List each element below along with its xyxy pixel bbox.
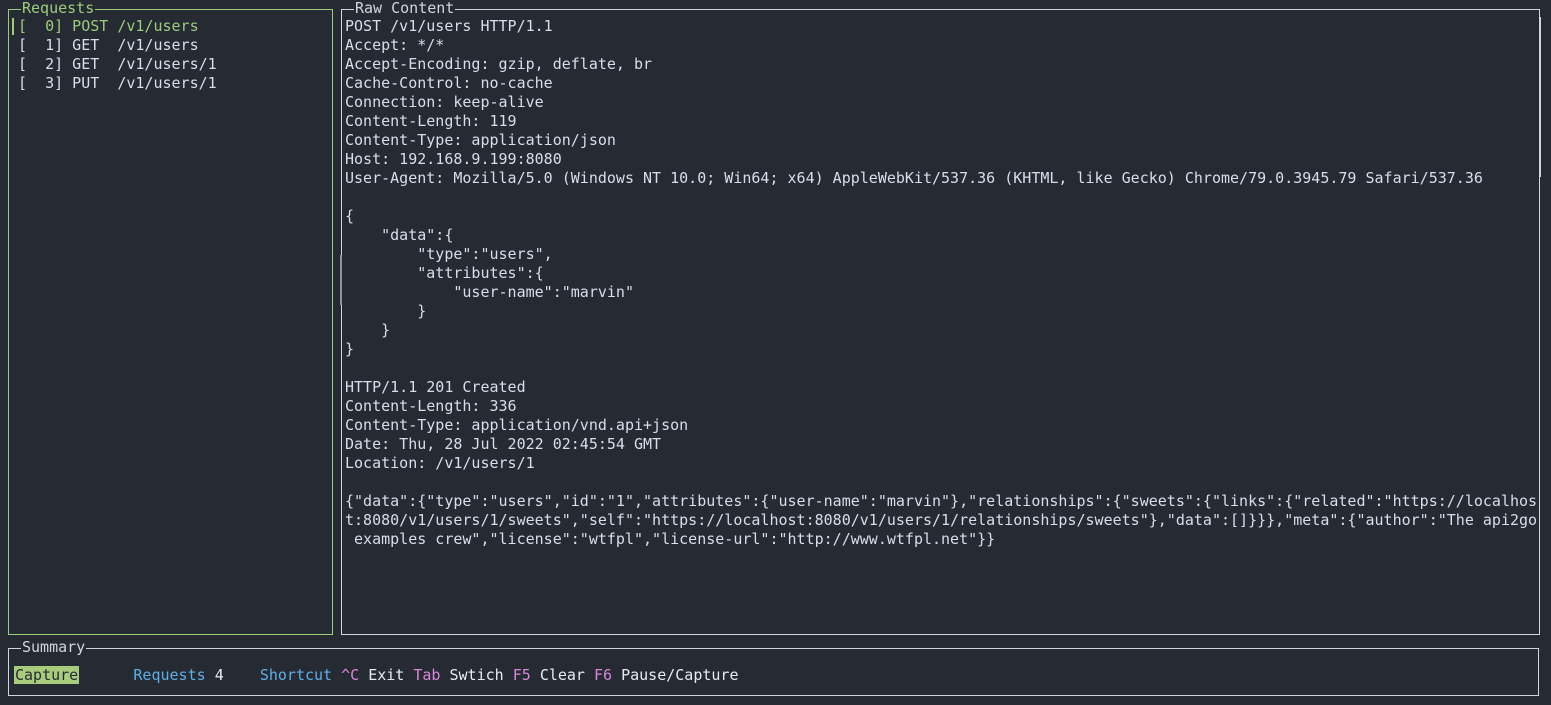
raw-line: Content-Type: application/vnd.api+json: [345, 416, 689, 434]
request-row-1[interactable]: [ 1] GET /v1/users: [12, 36, 333, 55]
raw-content-panel[interactable]: Raw Content POST /v1/users HTTP/1.1 Accep…: [340, 0, 1541, 635]
raw-line: "type":"users",: [345, 245, 553, 263]
shortcut-spacer: [359, 666, 368, 684]
shortcut-spacer: [504, 666, 513, 684]
capture-status-badge[interactable]: Capture: [14, 666, 80, 684]
shortcut-spacer: [440, 666, 449, 684]
raw-line-blank: [345, 359, 1534, 378]
shortcut-key-pause-capture[interactable]: F6: [594, 666, 612, 684]
raw-line: Connection: keep-alive: [345, 93, 544, 111]
request-row-2[interactable]: [ 2] GET /v1/users/1: [12, 55, 333, 74]
request-row-0[interactable]: [ 0] POST /v1/users: [12, 17, 333, 36]
terminal-screen: Requests [ 0] POST /v1/users[ 1] GET /v1…: [0, 0, 1551, 705]
shortcut-spacer: [332, 666, 341, 684]
raw-line: t:8080/v1/users/1/sweets","self":"https:…: [345, 511, 1538, 529]
requests-list[interactable]: [ 0] POST /v1/users[ 1] GET /v1/users[ 2…: [8, 9, 333, 635]
raw-line: }: [345, 321, 391, 339]
requests-panel[interactable]: Requests [ 0] POST /v1/users[ 1] GET /v1…: [8, 0, 333, 635]
raw-line: Accept-Encoding: gzip, deflate, br: [345, 55, 653, 73]
raw-line: HTTP/1.1 201 Created: [345, 378, 526, 396]
raw-line: {: [345, 207, 355, 225]
requests-count-value: 4: [214, 666, 224, 684]
shortcut-spacer: [531, 666, 540, 684]
raw-line: Content-Type: application/json: [345, 131, 616, 149]
raw-content-body[interactable]: POST /v1/users HTTP/1.1 Accept: */* Accept…: [341, 9, 1540, 635]
spacer-3: [224, 666, 260, 684]
raw-line: examples crew","license":"wtfpl","licens…: [345, 530, 996, 548]
raw-line: Cache-Control: no-cache: [345, 74, 553, 92]
shortcut-spacer: [612, 666, 621, 684]
raw-line: "user-name":"marvin": [345, 283, 634, 301]
spacer-1: [79, 666, 133, 684]
shortcut-spacer: [585, 666, 594, 684]
raw-line: }: [345, 340, 355, 358]
shortcut-action-pause-capture[interactable]: Pause/Capture: [621, 666, 738, 684]
raw-line-blank: [345, 473, 1534, 492]
raw-line: Content-Length: 119: [345, 112, 517, 130]
raw-line: Date: Thu, 28 Jul 2022 02:45:54 GMT: [345, 435, 662, 453]
shortcut-hints: ^C Exit Tab Swtich F5 Clear F6 Pause/Cap…: [332, 666, 738, 684]
raw-line: "attributes":{: [345, 264, 544, 282]
raw-line: }: [345, 302, 427, 320]
shortcut-key-clear[interactable]: F5: [513, 666, 531, 684]
shortcut-action-swtich[interactable]: Swtich: [450, 666, 504, 684]
raw-line: User-Agent: Mozilla/5.0 (Windows NT 10.0…: [345, 169, 1483, 187]
raw-line: Accept: */*: [345, 36, 445, 54]
raw-line: Content-Length: 336: [345, 397, 517, 415]
request-row-3[interactable]: [ 3] PUT /v1/users/1: [12, 74, 333, 93]
summary-panel-title: Summary: [21, 638, 87, 656]
shortcut-action-exit[interactable]: Exit: [368, 666, 404, 684]
shortcut-label: Shortcut: [259, 666, 333, 684]
raw-line: Host: 192.168.9.199:8080: [345, 150, 562, 168]
summary-panel: Summary Capture Requests 4 Shortcut ^C E…: [8, 639, 1539, 696]
raw-line: "data":{: [345, 226, 454, 244]
raw-line: POST /v1/users HTTP/1.1: [345, 17, 553, 35]
raw-line: Location: /v1/users/1: [345, 454, 535, 472]
summary-status-row: Capture Requests 4 Shortcut ^C Exit Tab …: [14, 666, 739, 685]
requests-count-label: Requests: [133, 666, 206, 684]
shortcut-key-exit[interactable]: ^C: [341, 666, 359, 684]
spacer-2: [206, 666, 215, 684]
shortcut-key-swtich[interactable]: Tab: [413, 666, 440, 684]
raw-line-blank: [345, 188, 1534, 207]
shortcut-action-clear[interactable]: Clear: [540, 666, 585, 684]
raw-line: {"data":{"type":"users","id":"1","attrib…: [345, 492, 1538, 510]
